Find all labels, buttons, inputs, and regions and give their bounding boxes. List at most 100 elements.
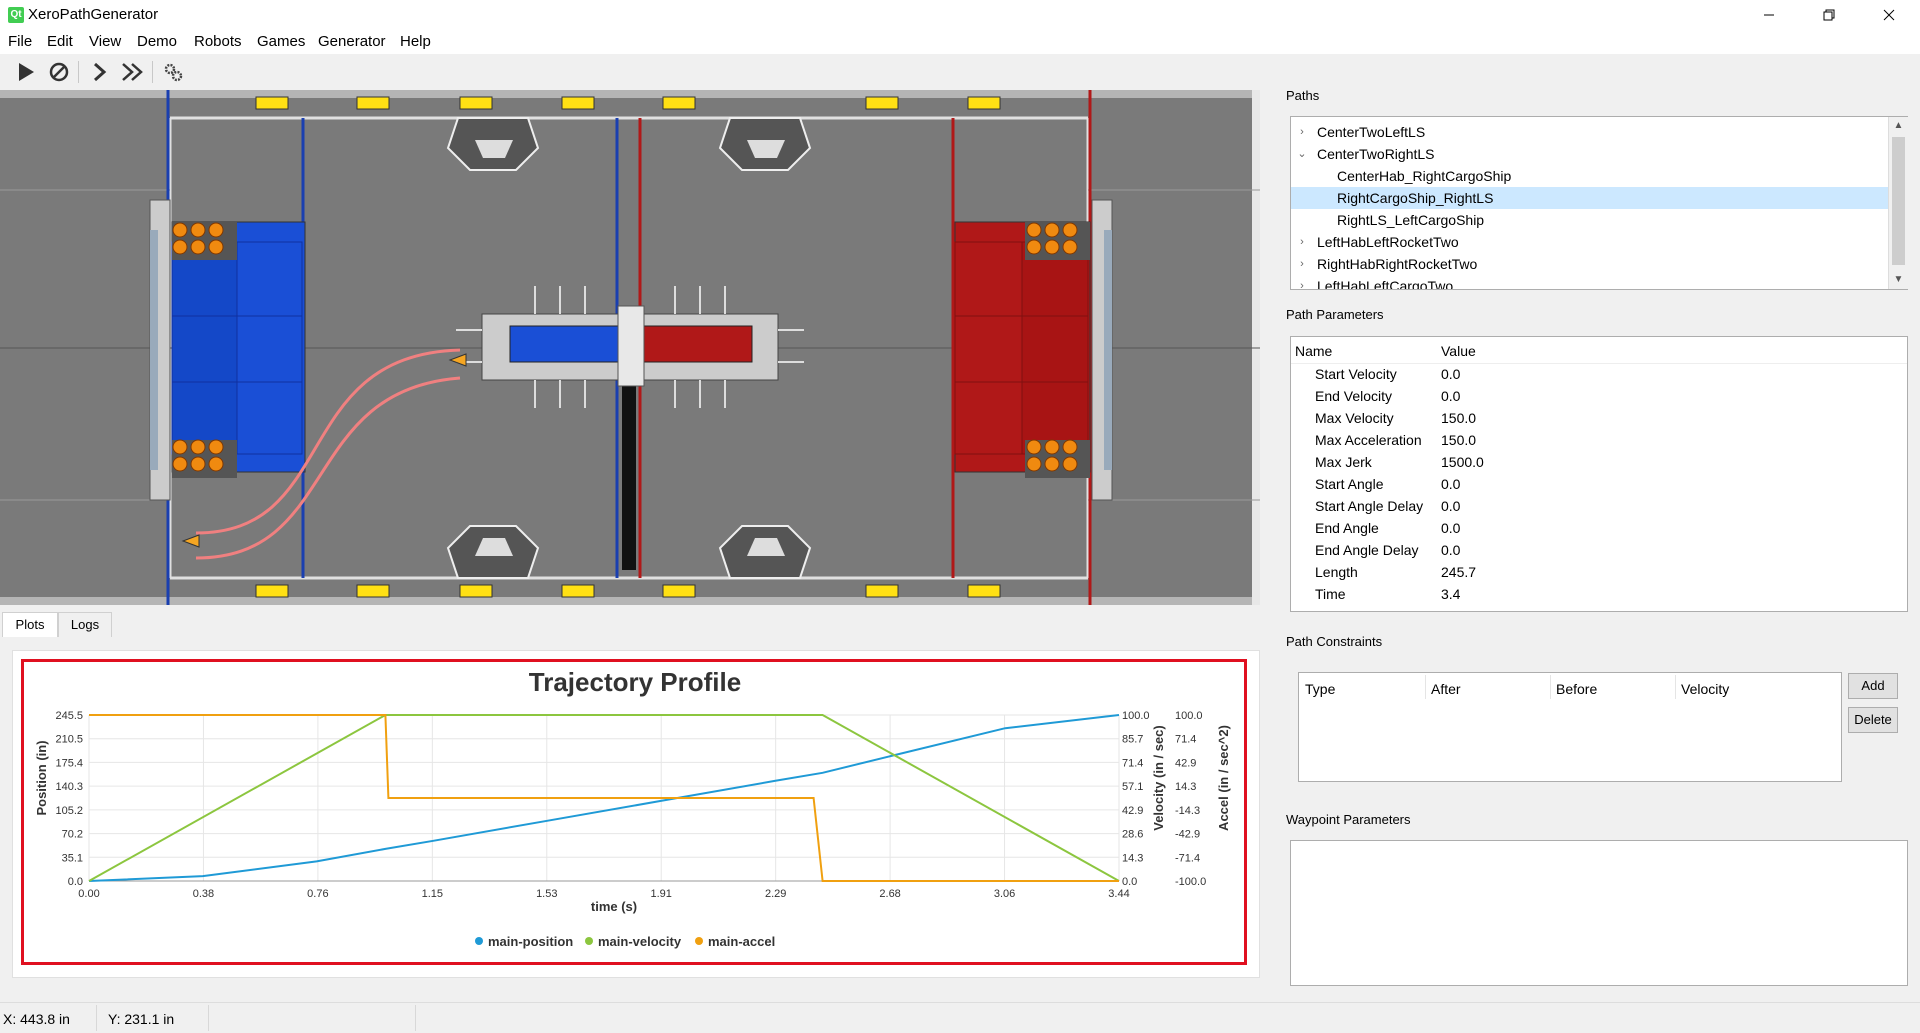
parameter-value[interactable]: 3.4: [1441, 583, 1460, 605]
parameter-value[interactable]: 0.0: [1441, 363, 1460, 385]
scroll-down-icon[interactable]: ▼: [1889, 271, 1908, 289]
menu-generator[interactable]: Generator: [318, 33, 386, 50]
x-tick-label: 0.38: [193, 888, 214, 900]
parameter-value[interactable]: 0.0: [1441, 473, 1460, 495]
fast-forward-button[interactable]: [120, 59, 146, 85]
parameter-value[interactable]: 0.0: [1441, 539, 1460, 561]
paths-scrollbar[interactable]: ▲ ▼: [1888, 117, 1908, 289]
y-tick-label-velocity: 100.0: [1122, 710, 1150, 722]
chevron-right-icon[interactable]: ›: [1295, 275, 1309, 289]
path-tree-item[interactable]: › CenterTwoLeftLS: [1291, 121, 1907, 143]
parameter-row[interactable]: End Velocity 0.0: [1291, 385, 1907, 407]
path-parameters-table[interactable]: Name Value Start Velocity 0.0 End Velocity…: [1290, 336, 1908, 612]
column-header-type[interactable]: Type: [1305, 681, 1335, 697]
parameter-row[interactable]: End Angle 0.0: [1291, 517, 1907, 539]
tab-logs[interactable]: Logs: [58, 612, 112, 637]
field-view[interactable]: [0, 90, 1260, 605]
menu-edit[interactable]: Edit: [47, 33, 73, 50]
step-button[interactable]: [86, 59, 112, 85]
path-tree-item[interactable]: RightLS_LeftCargoShip: [1291, 209, 1907, 231]
status-y-coordinate: Y: 231.1 in: [108, 1011, 175, 1027]
parameter-row[interactable]: Start Velocity 0.0: [1291, 363, 1907, 385]
fast-forward-icon: [122, 63, 143, 81]
parameter-value[interactable]: 1500.0: [1441, 451, 1484, 473]
parameter-value[interactable]: 150.0: [1441, 407, 1476, 429]
path-tree-item-label: CenterTwoLeftLS: [1317, 124, 1426, 140]
parameter-row[interactable]: Max Jerk 1500.0: [1291, 451, 1907, 473]
scrollbar-thumb[interactable]: [1892, 137, 1905, 265]
menu-demo[interactable]: Demo: [137, 33, 177, 50]
toolbar-separator: [78, 61, 79, 83]
menu-file[interactable]: File: [8, 33, 32, 50]
y-tick-label-velocity: 85.7: [1122, 734, 1143, 746]
path-tree-item[interactable]: › LeftHabLeftCargoTwo: [1291, 275, 1907, 290]
parameter-value[interactable]: 245.7: [1441, 561, 1476, 583]
legend-marker-position: [475, 937, 483, 945]
chevron-down-icon[interactable]: ⌄: [1295, 143, 1309, 165]
toolbar-separator: [152, 61, 153, 83]
add-constraint-button[interactable]: Add: [1848, 673, 1898, 699]
parameter-value[interactable]: 0.0: [1441, 385, 1460, 407]
stop-button[interactable]: [46, 59, 72, 85]
parameter-value[interactable]: 150.0: [1441, 429, 1476, 451]
parameter-row[interactable]: Max Acceleration 150.0: [1291, 429, 1907, 451]
chevron-right-icon[interactable]: ›: [1295, 121, 1309, 143]
parameter-row[interactable]: Start Angle 0.0: [1291, 473, 1907, 495]
menu-view[interactable]: View: [89, 33, 121, 50]
parameter-row[interactable]: End Angle Delay 0.0: [1291, 539, 1907, 561]
column-header-before[interactable]: Before: [1556, 681, 1597, 697]
path-tree-item[interactable]: CenterHab_RightCargoShip: [1291, 165, 1907, 187]
scroll-up-icon[interactable]: ▲: [1889, 117, 1908, 135]
minimize-icon: [1764, 14, 1774, 16]
parameter-name: Start Angle Delay: [1315, 498, 1424, 514]
delete-constraint-button[interactable]: Delete: [1848, 707, 1898, 733]
menu-robots[interactable]: Robots: [194, 33, 242, 50]
parameter-row[interactable]: Length 245.7: [1291, 561, 1907, 583]
column-divider: [1425, 675, 1426, 699]
parameter-name: Length: [1315, 564, 1358, 580]
x-tick-label: 0.00: [78, 888, 99, 900]
play-icon: [19, 63, 34, 81]
settings-button[interactable]: [160, 59, 186, 85]
column-header-value[interactable]: Value: [1441, 343, 1476, 359]
chart-series: [88, 714, 1120, 882]
path-tree-item-label: LeftHabLeftCargoTwo: [1317, 278, 1454, 290]
path-constraints-table[interactable]: Type After Before Velocity: [1298, 672, 1842, 782]
parameter-row[interactable]: Start Angle Delay 0.0: [1291, 495, 1907, 517]
menu-help[interactable]: Help: [400, 33, 431, 50]
waypoint-parameters-table[interactable]: [1290, 840, 1908, 986]
parameter-row[interactable]: Max Velocity 150.0: [1291, 407, 1907, 429]
tab-plots[interactable]: Plots: [2, 612, 58, 637]
y-tick-label-accel: 42.9: [1175, 757, 1196, 769]
minimize-button[interactable]: [1746, 0, 1792, 30]
y-tick-label-position: 245.5: [55, 710, 83, 722]
parameter-row[interactable]: Time 3.4: [1291, 583, 1907, 605]
path-tree-item[interactable]: › RightHabRightRocketTwo: [1291, 253, 1907, 275]
column-divider: [1550, 675, 1551, 699]
y-tick-label-position: 175.4: [55, 757, 83, 769]
path-tree-item[interactable]: ⌄ CenterTwoRightLS: [1291, 143, 1907, 165]
column-header-velocity[interactable]: Velocity: [1681, 681, 1729, 697]
y-axis-label-accel: Accel (in / sec^2): [1216, 725, 1231, 831]
parameter-name: Start Angle: [1315, 476, 1384, 492]
column-header-after[interactable]: After: [1431, 681, 1461, 697]
y-tick-label-velocity: 42.9: [1122, 805, 1143, 817]
y-axis-label-position: Position (in): [34, 740, 49, 815]
close-button[interactable]: [1866, 0, 1912, 30]
path-tree-item[interactable]: › LeftHabLeftRocketTwo: [1291, 231, 1907, 253]
parameter-value[interactable]: 0.0: [1441, 517, 1460, 539]
path-tree-item[interactable]: RightCargoShip_RightLS: [1291, 187, 1907, 209]
parameter-name: Time: [1315, 586, 1346, 602]
menu-games[interactable]: Games: [257, 33, 305, 50]
chevron-right-icon[interactable]: ›: [1295, 253, 1309, 275]
chevron-right-icon[interactable]: ›: [1295, 231, 1309, 253]
y-tick-label-accel: -14.3: [1175, 805, 1200, 817]
restore-button[interactable]: [1806, 0, 1852, 30]
app-icon: Qt: [8, 7, 24, 23]
column-header-name[interactable]: Name: [1295, 343, 1332, 359]
parameter-value[interactable]: 0.0: [1441, 495, 1460, 517]
legend-velocity: main-velocity: [598, 934, 682, 949]
play-button[interactable]: [12, 59, 38, 85]
x-axis-label: time (s): [591, 899, 637, 914]
paths-tree[interactable]: › CenterTwoLeftLS ⌄ CenterTwoRightLS CenterH…: [1290, 116, 1908, 290]
